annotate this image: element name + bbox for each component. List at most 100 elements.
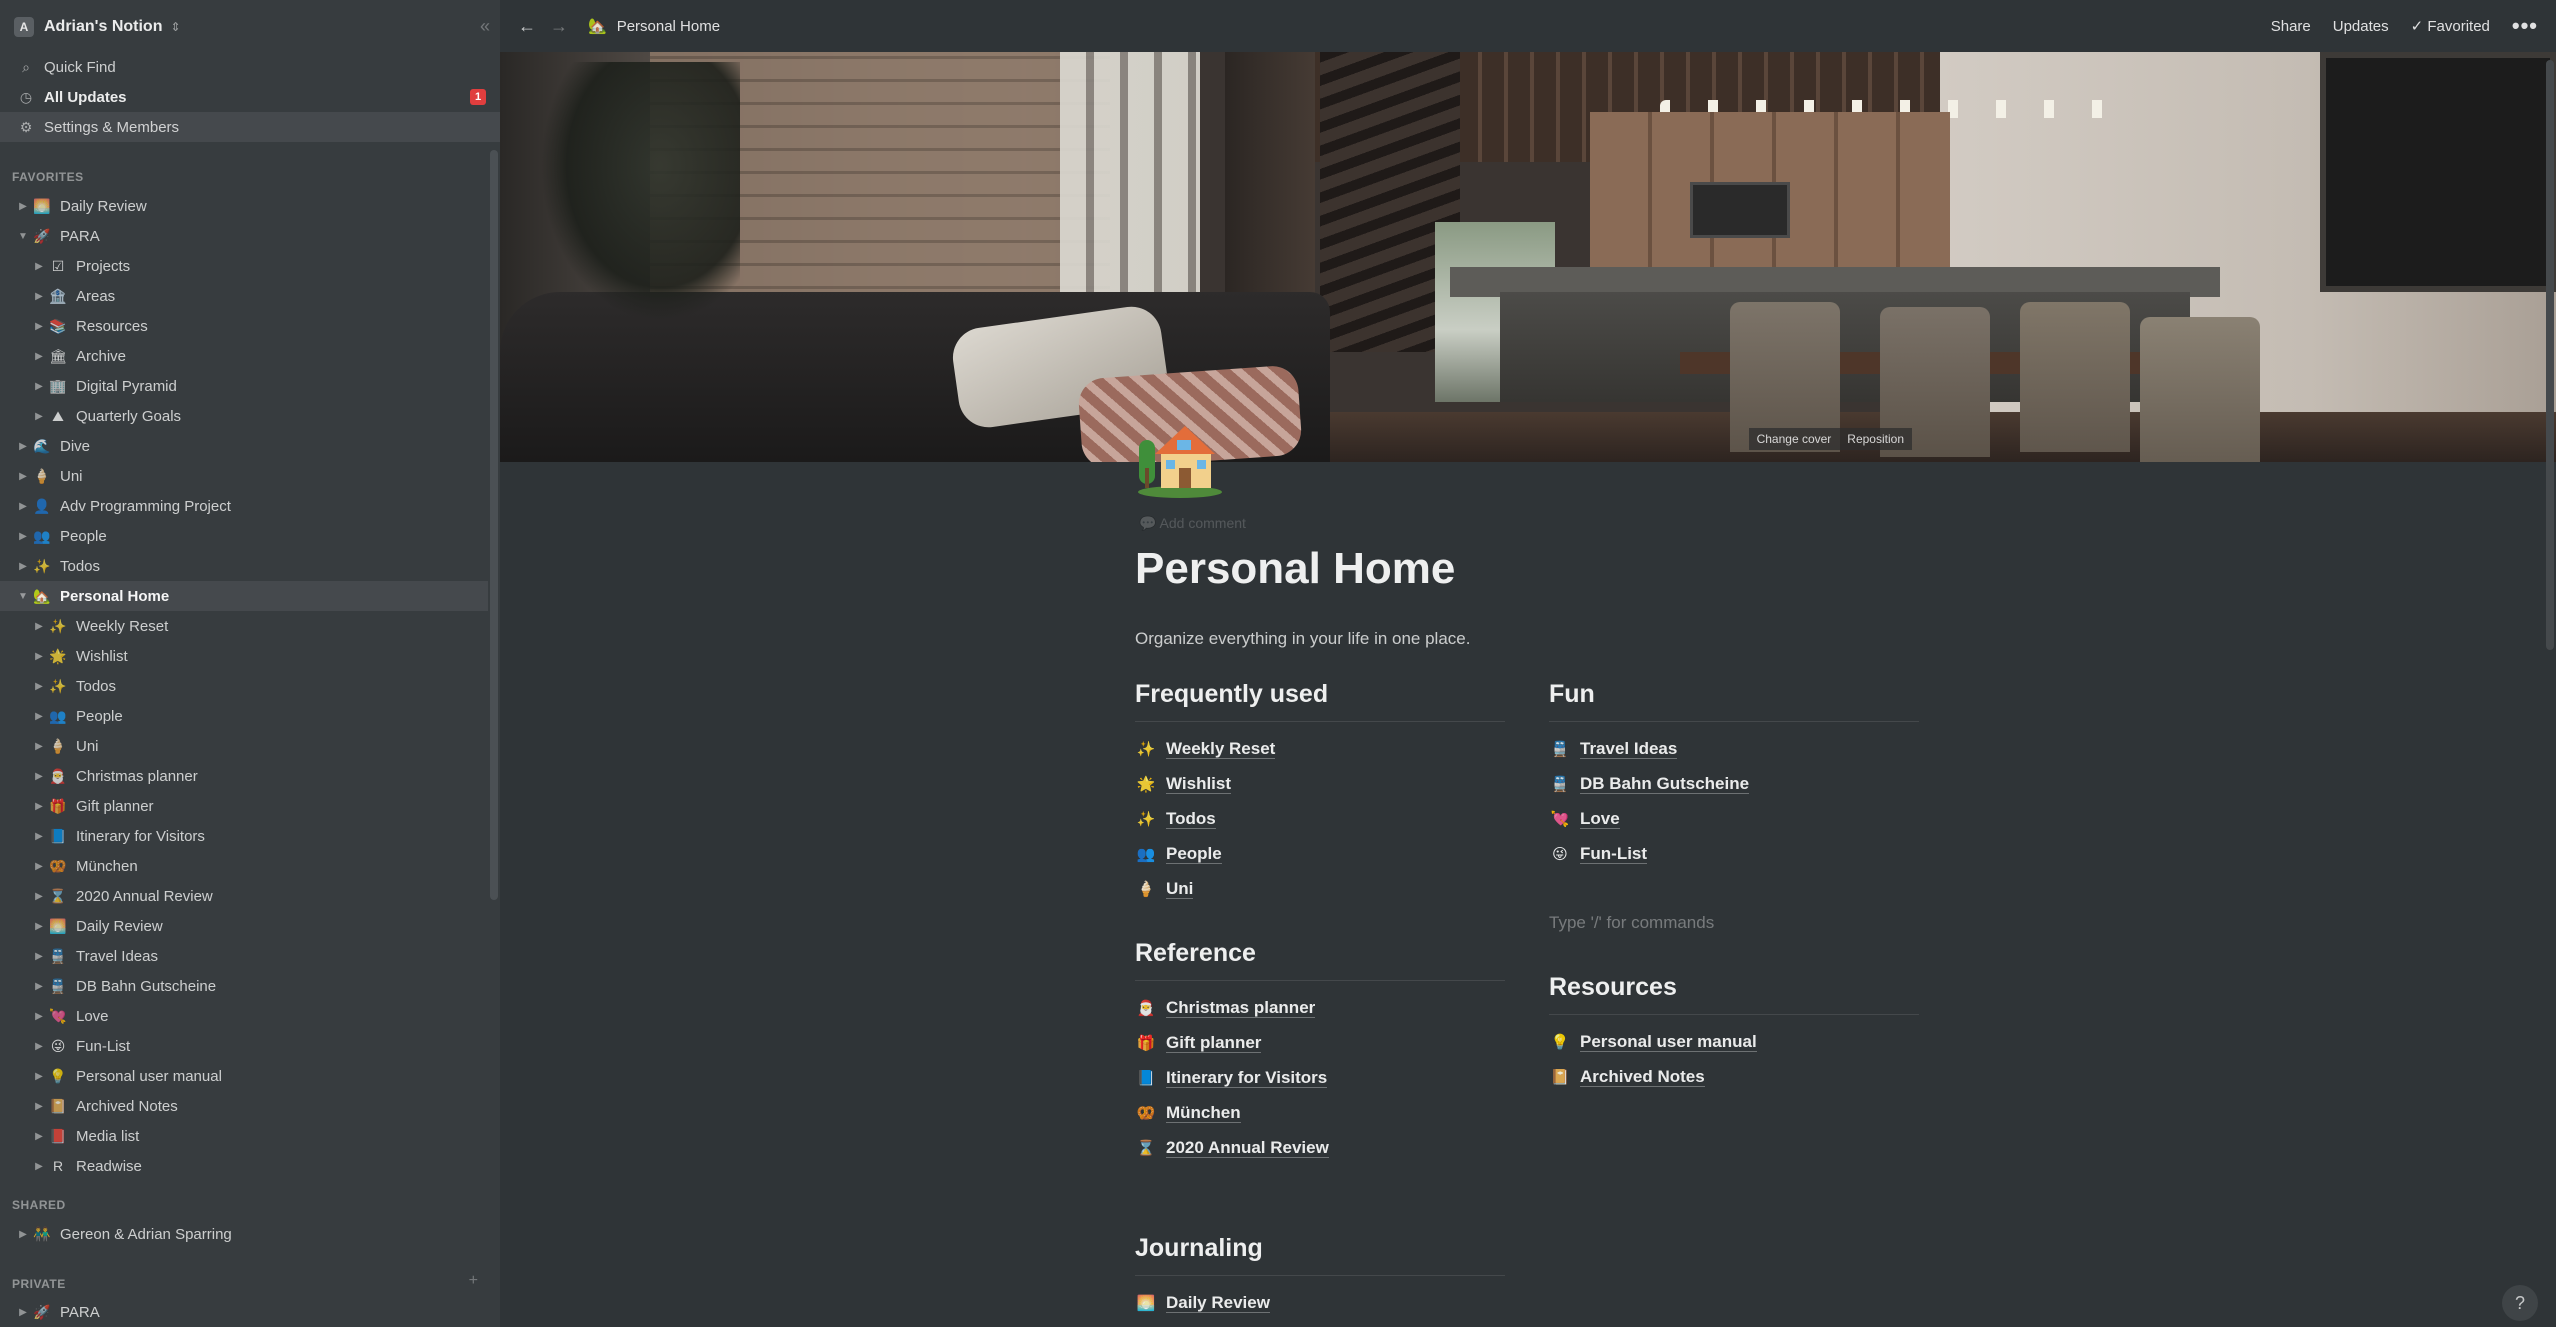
- back-arrow-icon[interactable]: ←: [518, 16, 536, 37]
- sidebar-page-item[interactable]: ▶ 💘 Love: [0, 1001, 488, 1031]
- toggle-collapsed-icon[interactable]: ▶: [30, 321, 48, 332]
- heading-journaling[interactable]: Journaling: [1135, 1224, 1505, 1276]
- toggle-collapsed-icon[interactable]: ▶: [30, 621, 48, 632]
- toggle-collapsed-icon[interactable]: ▶: [14, 561, 32, 572]
- heading-resources[interactable]: Resources: [1549, 963, 1919, 1015]
- more-icon[interactable]: •••: [2512, 13, 2538, 39]
- page-link[interactable]: 🚆 DB Bahn Gutscheine: [1549, 767, 1750, 801]
- toggle-collapsed-icon[interactable]: ▶: [14, 531, 32, 542]
- heading-frequently-used[interactable]: Frequently used: [1135, 670, 1505, 722]
- toggle-collapsed-icon[interactable]: ▶: [14, 1307, 32, 1318]
- workspace-switcher[interactable]: A Adrian's Notion ⇕: [0, 0, 500, 54]
- page-link[interactable]: ⌛ 2020 Annual Review: [1135, 1131, 1329, 1165]
- page-link[interactable]: 📔 Archived Notes: [1549, 1060, 1705, 1094]
- sidebar-page-item[interactable]: ▶ 🎅 Christmas planner: [0, 761, 488, 791]
- sidebar-page-item[interactable]: ▶ 🏢 Digital Pyramid: [0, 371, 488, 401]
- toggle-collapsed-icon[interactable]: ▶: [30, 1161, 48, 1172]
- toggle-collapsed-icon[interactable]: ▶: [30, 1071, 48, 1082]
- toggle-collapsed-icon[interactable]: ▶: [30, 291, 48, 302]
- add-comment-button[interactable]: 💬 Add comment: [1139, 515, 1246, 532]
- collapse-sidebar-icon[interactable]: «: [480, 16, 490, 37]
- heading-fun[interactable]: Fun: [1549, 670, 1919, 722]
- house-icon[interactable]: [1135, 418, 1225, 498]
- sidebar-page-item[interactable]: ▶ R Readwise: [0, 1151, 488, 1181]
- toggle-collapsed-icon[interactable]: ▶: [14, 1229, 32, 1240]
- toggle-collapsed-icon[interactable]: ▶: [30, 1041, 48, 1052]
- page-link[interactable]: 🌟 Wishlist: [1135, 767, 1232, 801]
- page-link[interactable]: 🎅 Christmas planner: [1135, 991, 1316, 1025]
- sidebar-page-item[interactable]: ▶ 🚀 PARA: [0, 1297, 488, 1327]
- sidebar-page-item[interactable]: ▶ 🌊 Dive: [0, 431, 488, 461]
- toggle-expanded-icon[interactable]: ▼: [14, 231, 32, 242]
- sidebar-scrollbar[interactable]: [490, 150, 498, 900]
- help-button[interactable]: ?: [2502, 1285, 2538, 1321]
- sidebar-page-item[interactable]: ▶ ✨ Weekly Reset: [0, 611, 488, 641]
- sidebar-page-item[interactable]: ▶ 👥 People: [0, 701, 488, 731]
- toggle-collapsed-icon[interactable]: ▶: [30, 411, 48, 422]
- sidebar-page-item[interactable]: ▶ 💡 Personal user manual: [0, 1061, 488, 1091]
- add-private-page-icon[interactable]: +: [469, 1272, 478, 1290]
- toggle-collapsed-icon[interactable]: ▶: [30, 351, 48, 362]
- sidebar-page-item[interactable]: ▶ 🏛 Archive: [0, 341, 488, 371]
- toggle-collapsed-icon[interactable]: ▶: [30, 1101, 48, 1112]
- toggle-collapsed-icon[interactable]: ▶: [30, 1011, 48, 1022]
- page-link[interactable]: 👥 People: [1135, 837, 1222, 871]
- page-link[interactable]: 💡 Personal user manual: [1549, 1025, 1757, 1059]
- updates-button[interactable]: Updates: [2333, 18, 2389, 35]
- sidebar-page-item[interactable]: ▶ 🏦 Areas: [0, 281, 488, 311]
- page-link[interactable]: ✨ Weekly Reset: [1135, 732, 1276, 766]
- sidebar-page-item[interactable]: ▶ 🎁 Gift planner: [0, 791, 488, 821]
- toggle-collapsed-icon[interactable]: ▶: [30, 771, 48, 782]
- toggle-collapsed-icon[interactable]: ▶: [14, 201, 32, 212]
- page-link[interactable]: 🚆 Travel Ideas: [1549, 732, 1678, 766]
- sidebar-page-item[interactable]: ▶ 🌅 Daily Review: [0, 191, 488, 221]
- sidebar-page-item[interactable]: ▶ 📘 Itinerary for Visitors: [0, 821, 488, 851]
- toggle-expanded-icon[interactable]: ▼: [14, 591, 32, 602]
- sidebar-page-item[interactable]: ▶ 🍦 Uni: [0, 461, 488, 491]
- toggle-collapsed-icon[interactable]: ▶: [30, 921, 48, 932]
- page-link[interactable]: 😜 Fun-List: [1549, 837, 1648, 871]
- sidebar-page-item[interactable]: ▶ ⌛ 2020 Annual Review: [0, 881, 488, 911]
- sidebar-page-item[interactable]: ▼ 🏡 Personal Home: [0, 581, 488, 611]
- settings-members[interactable]: ⚙ Settings & Members: [0, 112, 500, 142]
- toggle-collapsed-icon[interactable]: ▶: [30, 681, 48, 692]
- toggle-collapsed-icon[interactable]: ▶: [30, 711, 48, 722]
- toggle-collapsed-icon[interactable]: ▶: [30, 261, 48, 272]
- toggle-collapsed-icon[interactable]: ▶: [14, 441, 32, 452]
- toggle-collapsed-icon[interactable]: ▶: [14, 501, 32, 512]
- toggle-collapsed-icon[interactable]: ▶: [30, 651, 48, 662]
- page-link[interactable]: 📘 Itinerary for Visitors: [1135, 1061, 1328, 1095]
- page-scrollbar[interactable]: [2546, 60, 2554, 650]
- toggle-collapsed-icon[interactable]: ▶: [30, 801, 48, 812]
- forward-arrow-icon[interactable]: →: [550, 16, 568, 37]
- toggle-collapsed-icon[interactable]: ▶: [14, 471, 32, 482]
- page-link[interactable]: 🥨 München: [1135, 1096, 1241, 1130]
- sidebar-page-item[interactable]: ▶ 🌅 Daily Review: [0, 911, 488, 941]
- breadcrumb[interactable]: Personal Home: [617, 18, 720, 35]
- sidebar-page-item[interactable]: ▶ 📚 Resources: [0, 311, 488, 341]
- sidebar-page-item[interactable]: ▶ 🌟 Wishlist: [0, 641, 488, 671]
- page-link[interactable]: ✨ Todos: [1135, 802, 1216, 836]
- sidebar-page-item[interactable]: ▶ 🚆 DB Bahn Gutscheine: [0, 971, 488, 1001]
- empty-block-placeholder[interactable]: Type '/' for commands: [1549, 913, 1714, 933]
- page-link[interactable]: 🍦 Uni: [1135, 872, 1194, 906]
- toggle-collapsed-icon[interactable]: ▶: [30, 381, 48, 392]
- page-link[interactable]: 🌅 Daily Review: [1135, 1286, 1270, 1320]
- toggle-collapsed-icon[interactable]: ▶: [30, 981, 48, 992]
- sidebar-page-item[interactable]: ▶ ✨ Todos: [0, 551, 488, 581]
- sidebar-page-item[interactable]: ▶ 👬 Gereon & Adrian Sparring: [0, 1219, 488, 1249]
- toggle-collapsed-icon[interactable]: ▶: [30, 831, 48, 842]
- sidebar-page-item[interactable]: ▶ 📔 Archived Notes: [0, 1091, 488, 1121]
- favorited-button[interactable]: ✓ Favorited: [2411, 17, 2490, 35]
- sidebar-page-item[interactable]: ▶ 📕 Media list: [0, 1121, 488, 1151]
- sidebar-page-item[interactable]: ▶ ☑ Projects: [0, 251, 488, 281]
- toggle-collapsed-icon[interactable]: ▶: [30, 951, 48, 962]
- sidebar-page-item[interactable]: ▶ ✨ Todos: [0, 671, 488, 701]
- sidebar-page-item[interactable]: ▶ ⛰ Quarterly Goals: [0, 401, 488, 431]
- sidebar-page-item[interactable]: ▶ 😜 Fun-List: [0, 1031, 488, 1061]
- heading-reference[interactable]: Reference: [1135, 929, 1505, 981]
- all-updates[interactable]: ◷ All Updates 1: [0, 82, 500, 112]
- share-button[interactable]: Share: [2271, 18, 2311, 35]
- toggle-collapsed-icon[interactable]: ▶: [30, 861, 48, 872]
- sidebar-page-item[interactable]: ▼ 🚀 PARA: [0, 221, 488, 251]
